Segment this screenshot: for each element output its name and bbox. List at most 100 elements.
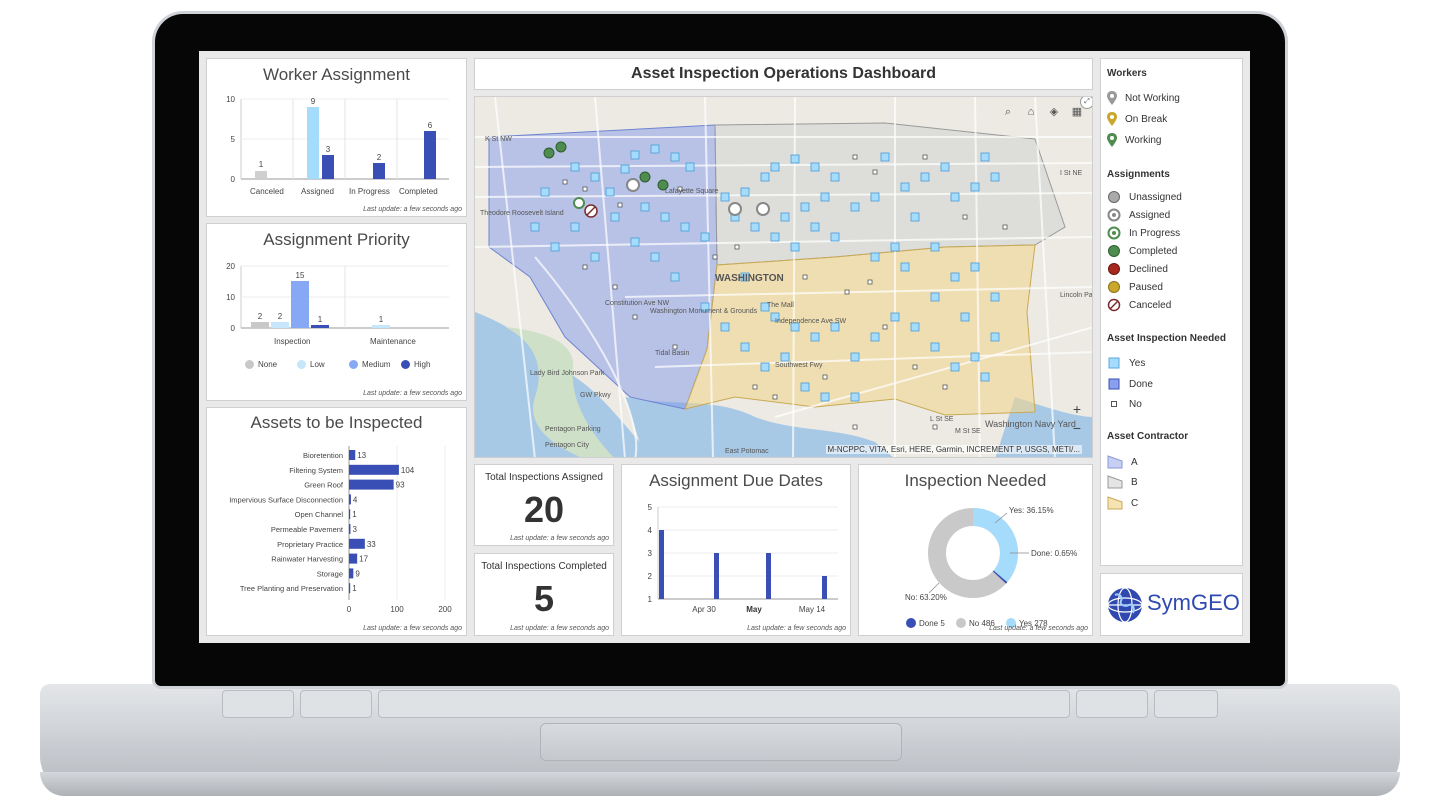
asset-marker-yes[interactable] [990,292,1000,302]
asset-marker-no[interactable] [672,344,678,350]
layers-icon[interactable]: ◈ [1045,103,1063,121]
worker-marker-working[interactable] [555,141,567,153]
home-icon[interactable]: ⌂ [1022,103,1040,121]
contractor-area-c[interactable] [684,244,1036,416]
asset-marker-no[interactable] [932,424,938,430]
asset-marker-yes[interactable] [770,162,780,172]
asset-marker-yes[interactable] [930,292,940,302]
asset-marker-yes[interactable] [650,144,660,154]
asset-marker-yes[interactable] [920,172,930,182]
asset-marker-no[interactable] [562,179,568,185]
asset-marker-yes[interactable] [910,212,920,222]
bar-maintenance-low[interactable] [372,325,390,328]
asset-marker-yes[interactable] [740,342,750,352]
asset-marker-no[interactable] [882,324,888,330]
asset-marker-yes[interactable] [760,172,770,182]
asset-marker-no[interactable] [852,154,858,160]
asset-marker-no[interactable] [852,424,858,430]
asset-marker-yes[interactable] [685,162,695,172]
asset-marker-no[interactable] [612,284,618,290]
asset-marker-yes[interactable] [640,202,650,212]
asset-marker-no[interactable] [912,364,918,370]
asset-marker-yes[interactable] [850,352,860,362]
asset-marker-yes[interactable] [830,172,840,182]
zoom-out-button[interactable]: − [1068,419,1086,437]
asset-marker-yes[interactable] [800,382,810,392]
asset-bar[interactable] [349,494,351,505]
due-date-bar[interactable] [766,553,771,599]
asset-marker-yes[interactable] [650,252,660,262]
asset-marker-yes[interactable] [550,242,560,252]
asset-marker-yes[interactable] [780,352,790,362]
asset-marker-yes[interactable] [810,162,820,172]
asset-marker-yes[interactable] [970,182,980,192]
asset-marker-yes[interactable] [930,342,940,352]
asset-marker-yes[interactable] [950,192,960,202]
asset-marker-yes[interactable] [630,237,640,247]
asset-marker-yes[interactable] [810,222,820,232]
asset-marker-yes[interactable] [780,212,790,222]
asset-bar[interactable] [349,583,351,594]
due-date-bar[interactable] [659,530,664,599]
asset-marker-yes[interactable] [590,252,600,262]
asset-marker-yes[interactable] [870,252,880,262]
asset-marker-yes[interactable] [890,242,900,252]
asset-marker-yes[interactable] [890,312,900,322]
asset-bar[interactable] [349,568,354,579]
asset-bar[interactable] [349,524,351,534]
asset-marker-no[interactable] [772,394,778,400]
asset-marker-yes[interactable] [670,272,680,282]
assignment-marker-assigned[interactable] [626,178,640,192]
asset-marker-yes[interactable] [720,322,730,332]
asset-marker-yes[interactable] [830,232,840,242]
bar-assigned-light[interactable] [307,107,319,179]
asset-marker-no[interactable] [752,384,758,390]
asset-marker-yes[interactable] [980,372,990,382]
asset-marker-yes[interactable] [900,262,910,272]
asset-marker-yes[interactable] [660,212,670,222]
asset-marker-yes[interactable] [870,332,880,342]
asset-marker-yes[interactable] [990,332,1000,342]
asset-marker-no[interactable] [582,186,588,192]
fullscreen-icon[interactable]: ⤢ [1080,97,1092,109]
legend-item-high[interactable]: High [401,360,430,370]
asset-marker-no[interactable] [582,264,588,270]
asset-marker-yes[interactable] [980,152,990,162]
asset-marker-yes[interactable] [850,202,860,212]
worker-marker-working[interactable] [639,171,651,183]
asset-bar[interactable] [349,538,365,549]
asset-marker-yes[interactable] [910,322,920,332]
asset-bar[interactable] [349,509,351,520]
asset-marker-no[interactable] [802,274,808,280]
search-icon[interactable]: ⌕ [999,103,1017,121]
asset-marker-no[interactable] [942,384,948,390]
bar-canceled[interactable] [255,171,267,179]
asset-marker-yes[interactable] [570,162,580,172]
asset-marker-no[interactable] [822,374,828,380]
bar-completed[interactable] [424,131,436,179]
asset-marker-no[interactable] [734,244,740,250]
due-date-bar[interactable] [822,576,827,599]
asset-marker-yes[interactable] [850,392,860,402]
asset-marker-yes[interactable] [590,172,600,182]
asset-marker-yes[interactable] [530,222,540,232]
asset-marker-yes[interactable] [680,222,690,232]
asset-marker-yes[interactable] [820,392,830,402]
asset-marker-yes[interactable] [670,152,680,162]
asset-bar[interactable] [349,450,356,460]
asset-marker-no[interactable] [867,279,873,285]
asset-marker-yes[interactable] [790,154,800,164]
asset-marker-yes[interactable] [610,212,620,222]
asset-marker-yes[interactable] [970,262,980,272]
assignment-marker-assigned[interactable] [728,202,742,216]
asset-marker-yes[interactable] [620,164,630,174]
asset-marker-yes[interactable] [820,192,830,202]
asset-marker-yes[interactable] [960,312,970,322]
asset-bar[interactable] [349,479,394,490]
assignment-marker-in-progress[interactable] [573,197,585,209]
map-panel[interactable]: WASHINGTON Washington Navy Yard Constituti… [474,96,1093,458]
bar-inspection-low[interactable] [271,322,289,328]
asset-marker-no[interactable] [617,202,623,208]
asset-marker-no[interactable] [1002,224,1008,230]
bar-inspection-high[interactable] [311,325,329,328]
